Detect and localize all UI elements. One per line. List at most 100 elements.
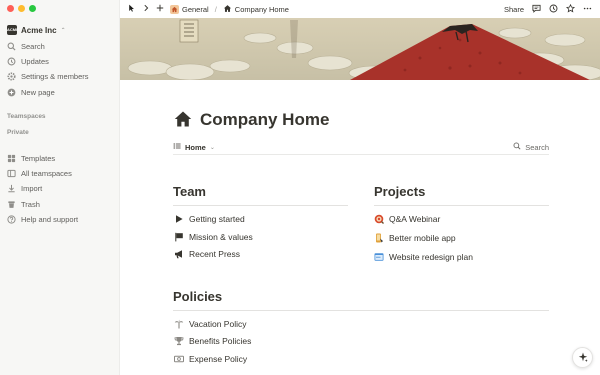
view-search-label: Search — [525, 142, 549, 152]
sidebar: ACME Acme Inc ⌃ Search Updates Settings … — [0, 0, 120, 375]
favorite-star-icon[interactable] — [565, 3, 576, 15]
flag-icon — [174, 232, 184, 242]
workspace-logo: ACME — [7, 25, 19, 35]
sidebar-item-new-page[interactable]: New page — [7, 86, 55, 98]
list-item-website-redesign[interactable]: Website redesign plan — [374, 251, 473, 263]
list-item-mission-values[interactable]: Mission & values — [174, 231, 253, 243]
chevron-down-icon: ⌄ — [209, 144, 215, 151]
sidebar-item-label: Trash — [21, 199, 40, 209]
list-item-label: Mission & values — [189, 232, 253, 242]
palm-tree-icon — [174, 319, 184, 329]
list-item-recent-press[interactable]: Recent Press — [174, 248, 240, 260]
list-item-label: Vacation Policy — [189, 319, 247, 329]
house-icon — [223, 4, 232, 15]
list-item-vacation-policy[interactable]: Vacation Policy — [174, 318, 246, 330]
play-icon — [174, 214, 184, 224]
sidebar-section-teamspaces[interactable]: Teamspaces — [7, 113, 46, 120]
list-item-getting-started[interactable]: Getting started — [174, 213, 245, 225]
phone-icon — [374, 233, 384, 243]
plus-circle-icon — [7, 88, 16, 97]
zoom-window-button[interactable] — [29, 5, 36, 12]
breadcrumb-current-label: Company Home — [234, 4, 289, 14]
close-window-button[interactable] — [7, 5, 14, 12]
sidebar-item-label: New page — [21, 87, 55, 97]
browser-icon — [374, 252, 384, 262]
view-bar: Home ⌄ Search — [173, 140, 549, 155]
list-item-better-mobile-app[interactable]: Better mobile app — [374, 232, 456, 244]
download-icon — [7, 184, 16, 193]
page-house-icon[interactable] — [174, 110, 192, 128]
breadcrumb-current[interactable]: Company Home — [223, 4, 289, 15]
workspace-switcher[interactable]: ACME Acme Inc ⌃ — [7, 24, 66, 36]
money-icon — [174, 354, 184, 364]
list-item-label: Q&A Webinar — [389, 214, 441, 224]
workspace-name: Acme Inc — [21, 25, 57, 35]
list-item-label: Getting started — [189, 214, 245, 224]
sidebar-item-import[interactable]: Import — [7, 182, 42, 194]
sidebar-section-private[interactable]: Private — [7, 129, 29, 136]
policies-divider — [173, 310, 549, 311]
breadcrumb-parent[interactable]: General — [170, 4, 209, 14]
topbar: General / Company Home Share — [120, 0, 600, 18]
team-heading: Team — [173, 184, 206, 199]
sidebar-item-label: Search — [21, 41, 45, 51]
teamspaces-icon — [7, 169, 16, 178]
projects-heading: Projects — [374, 184, 426, 199]
megaphone-icon — [174, 249, 184, 259]
trophy-icon — [174, 336, 184, 346]
list-item-qa-webinar[interactable]: Q&A Webinar — [374, 213, 440, 225]
more-options-icon[interactable] — [583, 4, 592, 15]
cursor-icon — [128, 4, 136, 14]
breadcrumb-separator: / — [214, 4, 217, 14]
sidebar-item-help[interactable]: Help and support — [7, 213, 78, 225]
sidebar-item-trash[interactable]: Trash — [7, 198, 40, 210]
sparkle-icon — [578, 349, 588, 367]
policies-heading: Policies — [173, 289, 223, 304]
target-icon — [374, 214, 384, 224]
list-item-expense-policy[interactable]: Expense Policy — [174, 353, 247, 365]
gear-icon — [7, 71, 16, 81]
list-icon — [173, 142, 181, 152]
cover-image[interactable] — [120, 18, 600, 80]
view-name: Home — [185, 142, 206, 152]
sidebar-item-label: Templates — [21, 153, 56, 163]
trash-icon — [7, 200, 16, 209]
house-icon — [170, 4, 179, 14]
sidebar-item-templates[interactable]: Templates — [7, 152, 55, 164]
ai-assistant-button[interactable] — [572, 347, 593, 368]
minimize-window-button[interactable] — [18, 5, 25, 12]
clock-icon — [7, 57, 16, 66]
templates-icon — [7, 154, 16, 163]
sidebar-item-label: All teamspaces — [21, 168, 72, 178]
page-title[interactable]: Company Home — [200, 110, 329, 130]
list-item-label: Benefits Policies — [189, 336, 252, 346]
sidebar-item-updates[interactable]: Updates — [7, 55, 49, 67]
sidebar-item-label: Settings & members — [21, 71, 89, 81]
sidebar-item-label: Help and support — [21, 214, 79, 224]
list-item-label: Better mobile app — [389, 233, 456, 243]
projects-divider — [374, 205, 549, 206]
list-item-label: Recent Press — [189, 249, 241, 259]
sidebar-item-label: Updates — [21, 56, 49, 66]
view-selector[interactable]: Home ⌄ — [173, 142, 215, 152]
list-item-label: Expense Policy — [189, 354, 248, 364]
comments-icon[interactable] — [532, 4, 541, 15]
history-icon[interactable] — [549, 4, 558, 15]
sidebar-item-settings[interactable]: Settings & members — [7, 70, 89, 82]
sidebar-item-label: Import — [21, 183, 43, 193]
search-icon — [513, 142, 521, 152]
list-item-benefits-policies[interactable]: Benefits Policies — [174, 335, 251, 347]
window-controls — [7, 5, 36, 12]
sidebar-item-all-teamspaces[interactable]: All teamspaces — [7, 167, 72, 179]
question-icon — [7, 214, 16, 224]
sidebar-item-search[interactable]: Search — [7, 40, 45, 52]
add-page-button[interactable] — [156, 4, 164, 14]
team-divider — [173, 205, 348, 206]
chevron-updown-icon: ⌃ — [60, 27, 66, 34]
chevron-right-icon[interactable] — [142, 4, 150, 14]
breadcrumb-parent-label: General — [182, 4, 209, 14]
share-button[interactable]: Share — [504, 5, 524, 14]
view-search-button[interactable]: Search — [513, 142, 549, 152]
search-icon — [7, 42, 16, 51]
list-item-label: Website redesign plan — [389, 252, 473, 262]
